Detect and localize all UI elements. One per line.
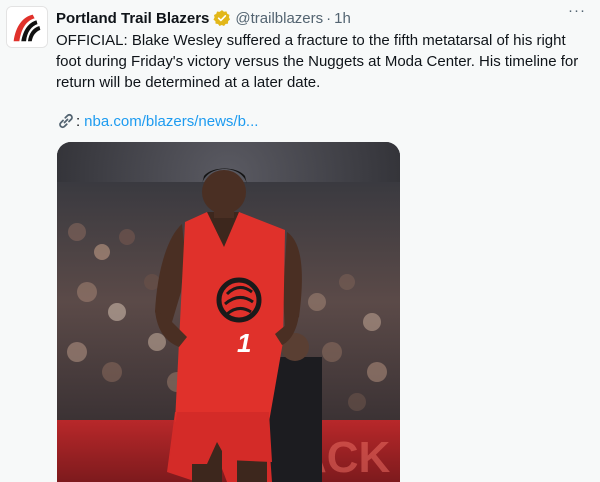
author-handle[interactable]: @trailblazers: [235, 10, 323, 27]
link-chain-icon: [56, 112, 76, 130]
player-photo: ACK 1: [57, 142, 400, 482]
verified-badge-icon: [213, 9, 231, 27]
link-row: : nba.com/blazers/news/b...: [56, 112, 258, 130]
more-options-icon[interactable]: ···: [568, 2, 586, 19]
separator-dot: ·: [326, 9, 332, 27]
blazers-logo: [7, 7, 47, 47]
news-link[interactable]: nba.com/blazers/news/b...: [84, 113, 258, 130]
timestamp[interactable]: 1h: [334, 10, 351, 27]
jersey-number: 1: [237, 328, 251, 358]
team-avatar[interactable]: [6, 6, 48, 48]
link-colon: :: [76, 112, 81, 130]
author-name[interactable]: Portland Trail Blazers: [56, 10, 209, 27]
tweet-text: OFFICIAL: Blake Wesley suffered a fractu…: [56, 32, 579, 91]
tweet-header: Portland Trail Blazers @trailblazers · 1…: [56, 7, 600, 29]
tweet-photo[interactable]: ACK 1: [57, 142, 400, 482]
